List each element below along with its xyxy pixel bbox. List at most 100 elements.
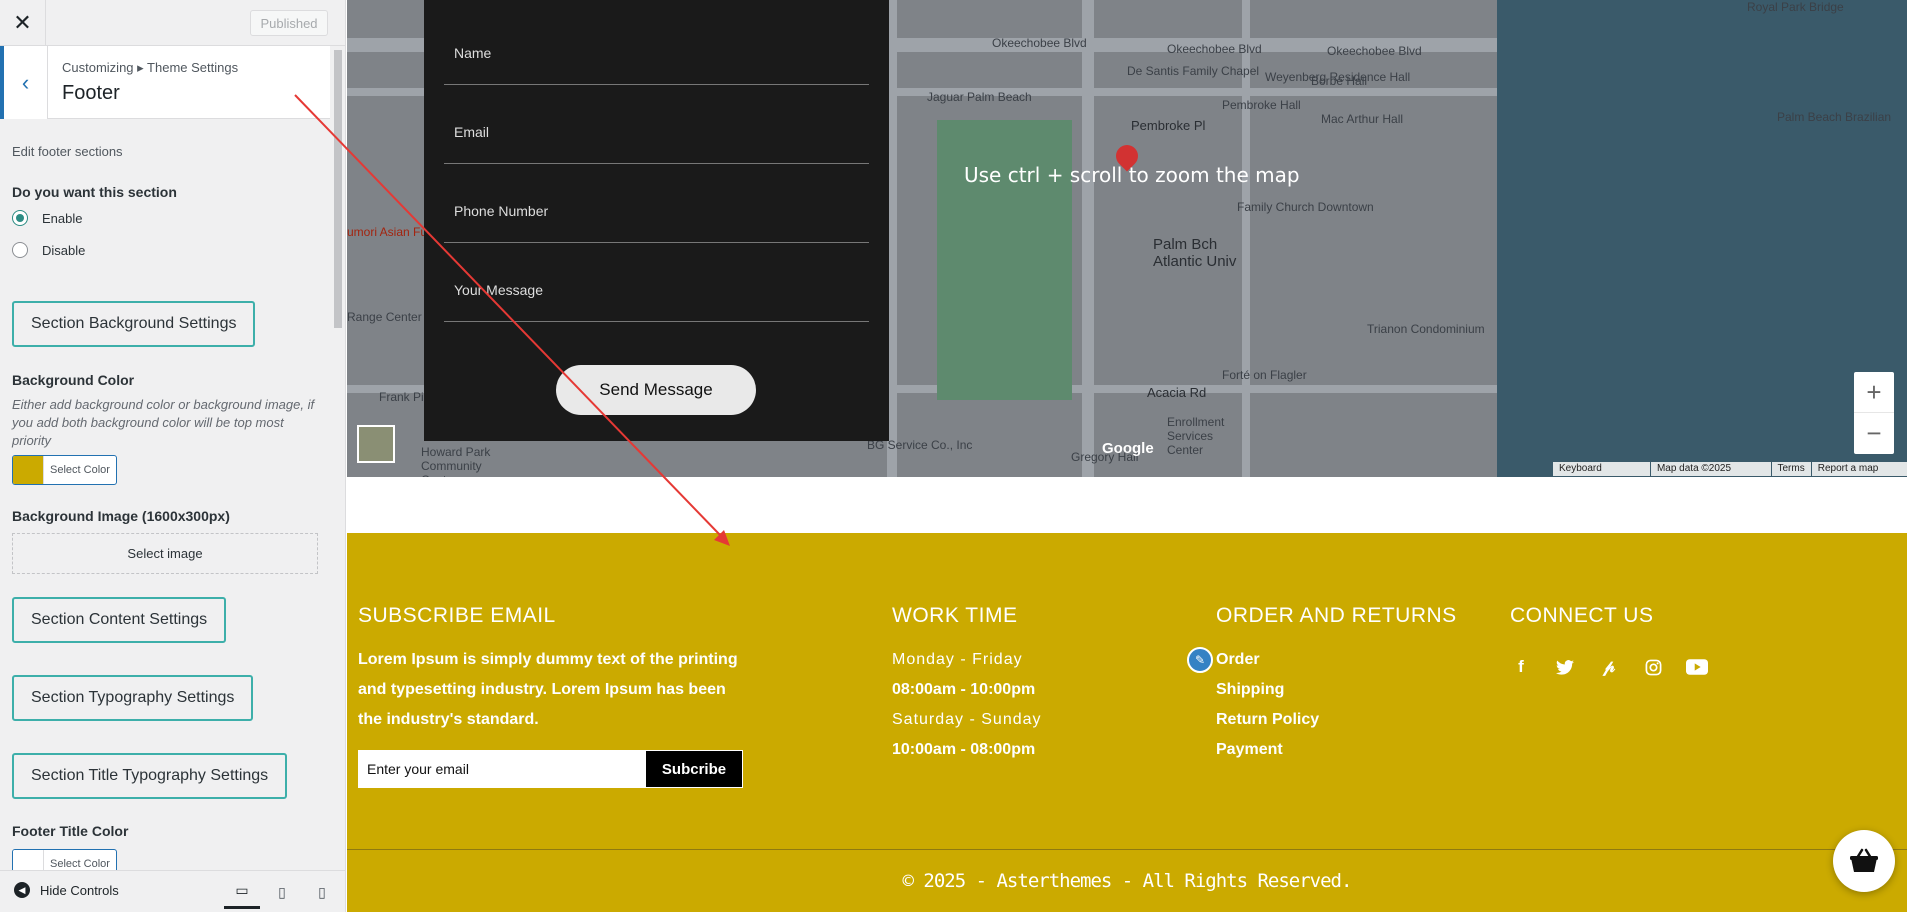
radio-disable-circle[interactable] [12, 242, 28, 258]
copyright-text: © 2025 - Asterthemes - All Rights Reserv… [902, 870, 1353, 892]
message-placeholder: Your Message [454, 282, 543, 298]
pinterest-icon[interactable]: 𝓅 [1597, 655, 1621, 679]
map-data-label: Map data ©2025 Google [1650, 462, 1771, 476]
customizer-footer-bar: ◀ Hide Controls ▭ ▯ ▯ [0, 870, 345, 912]
youtube-icon[interactable] [1685, 655, 1709, 679]
subscribe-button[interactable]: Subcribe [646, 751, 742, 787]
email-field[interactable]: Email [444, 114, 869, 164]
map-street-label: Pembroke Hall [1222, 98, 1301, 112]
map-zoom-control: + − [1854, 372, 1894, 454]
radio-enable-circle[interactable] [12, 210, 28, 226]
map-street-label: Okeechobee Blvd [1167, 42, 1262, 56]
collapse-icon: ◀ [14, 882, 30, 898]
mobile-preview-icon[interactable]: ▯ [304, 875, 340, 909]
map-place-label: Trianon Condominium [1367, 322, 1485, 336]
map-street-label: Borbe Hall [1311, 74, 1368, 88]
weekday-label: Monday - Friday [892, 651, 1023, 668]
scrollbar-thumb[interactable] [334, 50, 342, 328]
background-color-picker[interactable]: Select Color [12, 455, 117, 485]
hide-controls-button[interactable]: ◀ Hide Controls [14, 882, 119, 898]
cart-icon[interactable] [1833, 830, 1895, 892]
map-street-label: Mac Arthur Hall [1321, 112, 1404, 126]
close-icon[interactable]: ✕ [0, 0, 46, 46]
map-street-label: Okeechobee Blvd [992, 36, 1087, 50]
section-title-typography-settings-button[interactable]: Section Title Typography Settings [12, 753, 288, 799]
map-park [937, 120, 1072, 400]
send-message-button[interactable]: Send Message [556, 365, 756, 415]
color-swatch[interactable] [13, 456, 43, 484]
map-zoom-hint: Use ctrl + scroll to zoom the map [964, 163, 1300, 187]
twitter-icon[interactable] [1553, 655, 1577, 679]
shipping-link[interactable]: Shipping [1216, 675, 1284, 705]
weekend-label: Saturday - Sunday [892, 711, 1042, 728]
map-place-label: Range Center [347, 310, 422, 324]
order-returns-title: ORDER AND RETURNS [1216, 604, 1457, 627]
zoom-out-button[interactable]: − [1854, 413, 1894, 454]
map-street-label: Acacia Rd [1147, 385, 1207, 400]
back-arrow-icon[interactable]: ‹ [0, 46, 48, 119]
tablet-preview-icon[interactable]: ▯ [264, 875, 300, 909]
work-time-title: WORK TIME [892, 604, 1018, 627]
weekday-hours: 08:00am - 10:00pm [892, 681, 1036, 698]
message-field[interactable]: Your Message [444, 272, 869, 322]
email-placeholder: Email [454, 124, 490, 140]
map-street-label: Pembroke Pl [1131, 118, 1206, 133]
radio-enable[interactable]: Enable [12, 210, 82, 226]
map-street-label: Okeechobee Blvd [1327, 44, 1422, 58]
map-street-label: Royal Park Bridge [1747, 0, 1844, 14]
google-logo: Google [1102, 440, 1154, 457]
copyright-bar: © 2025 - Asterthemes - All Rights Reserv… [347, 849, 1907, 912]
return-policy-link[interactable]: Return Policy [1216, 705, 1319, 735]
site-preview: Okeechobee Blvd Okeechobee Blvd Okeechob… [347, 0, 1907, 912]
background-image-label: Background Image (1600x300px) [12, 508, 230, 524]
spacer [347, 477, 1907, 533]
customizer-topbar: ✕ Published [0, 0, 345, 46]
select-color-label[interactable]: Select Color [43, 456, 116, 484]
edit-pencil-icon[interactable]: ✎ [1187, 647, 1213, 673]
background-color-label: Background Color [12, 372, 135, 388]
subscribe-email-input[interactable] [359, 751, 646, 787]
section-content-settings-button[interactable]: Section Content Settings [12, 597, 227, 643]
hide-controls-label: Hide Controls [40, 882, 119, 898]
map-satellite-toggle[interactable] [357, 425, 395, 463]
subscribe-text: Lorem Ipsum is simply dummy text of the … [358, 651, 738, 728]
map-place-label: Palm Beach Brazilian [1777, 110, 1892, 124]
map-attribution-bar: Keyboard shortcuts Map data ©2025 Google… [1552, 462, 1907, 476]
facebook-icon[interactable]: f [1509, 655, 1533, 679]
controls-panel: Edit footer sections Do you want this se… [0, 120, 330, 870]
desktop-preview-icon[interactable]: ▭ [224, 875, 260, 909]
footer-title-color-picker[interactable]: Select Color [12, 849, 117, 870]
weekend-hours: 10:00am - 08:00pm [892, 741, 1036, 758]
section-toggle-label: Do you want this section [12, 184, 177, 200]
keyboard-shortcuts-link[interactable]: Keyboard shortcuts [1553, 462, 1650, 476]
order-link[interactable]: Order [1216, 645, 1260, 675]
name-placeholder: Name [454, 45, 492, 61]
background-color-description: Either add background color or backgroun… [12, 397, 315, 448]
radio-disable-label: Disable [42, 242, 86, 258]
zoom-in-button[interactable]: + [1854, 372, 1894, 413]
map-place-label: Enrollment Services Center [1167, 415, 1225, 457]
section-typography-settings-button[interactable]: Section Typography Settings [12, 675, 254, 721]
connect-us-title: CONNECT US [1510, 604, 1654, 627]
map-place-label: Howard Park Community Center [421, 445, 491, 477]
report-map-error-link[interactable]: Report a map error [1811, 462, 1907, 476]
subscribe-form: Subcribe [358, 750, 743, 788]
section-background-settings-button[interactable]: Section Background Settings [12, 301, 256, 347]
map-place-label: De Santis Family Chapel [1127, 64, 1260, 78]
select-image-button[interactable]: Select image [12, 533, 318, 574]
color-swatch[interactable] [13, 850, 43, 870]
map-water [1497, 0, 1907, 477]
payment-link[interactable]: Payment [1216, 735, 1283, 765]
instagram-icon[interactable] [1641, 655, 1665, 679]
section-title: Footer [62, 82, 120, 104]
terms-link[interactable]: Terms [1771, 462, 1811, 476]
sidebar-scrollbar[interactable] [332, 46, 344, 869]
radio-disable[interactable]: Disable [12, 242, 85, 258]
phone-field[interactable]: Phone Number [444, 193, 869, 243]
select-color-label[interactable]: Select Color [43, 850, 116, 870]
subscribe-title: SUBSCRIBE EMAIL [358, 604, 556, 627]
name-field[interactable]: Name [444, 35, 869, 85]
breadcrumb: Customizing ▸ Theme Settings [62, 60, 239, 75]
published-button[interactable]: Published [250, 10, 328, 36]
map-place-label: Family Church Downtown [1237, 200, 1374, 214]
